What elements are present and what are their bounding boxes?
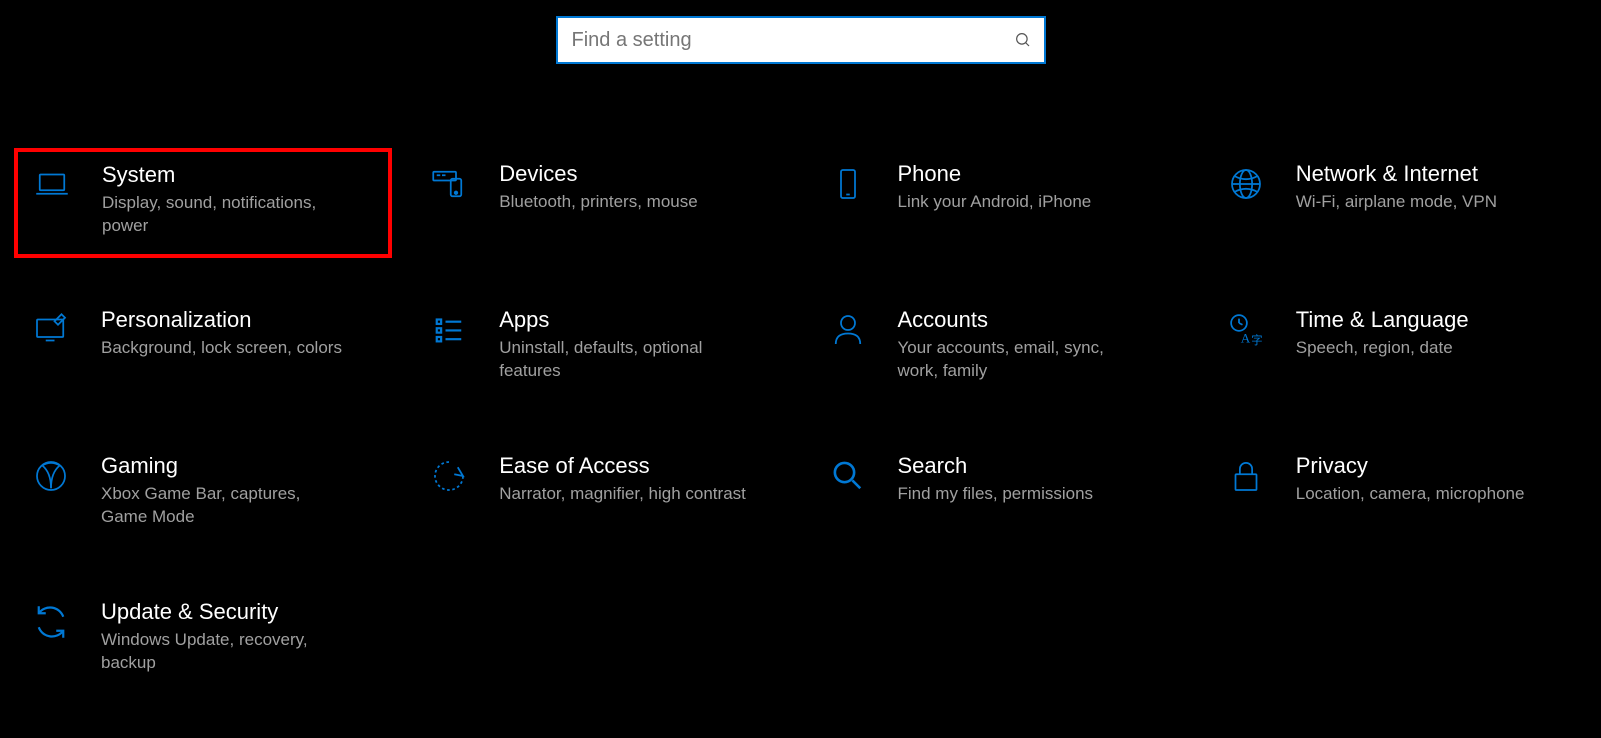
tile-desc: Find my files, permissions	[898, 483, 1148, 506]
svg-text:A: A	[1241, 330, 1251, 345]
search-container	[556, 16, 1046, 64]
devices-icon	[425, 163, 473, 205]
person-icon	[824, 309, 872, 351]
tile-desc: Location, camera, microphone	[1296, 483, 1546, 506]
settings-grid: System Display, sound, notifications, po…	[14, 148, 1587, 696]
tile-title: Search	[898, 453, 1176, 479]
tile-desc: Windows Update, recovery, backup	[101, 629, 351, 675]
tile-title: Gaming	[101, 453, 379, 479]
tile-search[interactable]: Search Find my files, permissions	[811, 440, 1189, 550]
tile-title: Apps	[499, 307, 777, 333]
tile-title: Network & Internet	[1296, 161, 1574, 187]
tile-desc: Xbox Game Bar, captures, Game Mode	[101, 483, 351, 529]
tile-system[interactable]: System Display, sound, notifications, po…	[14, 148, 392, 258]
tile-title: Update & Security	[101, 599, 379, 625]
tile-apps[interactable]: Apps Uninstall, defaults, optional featu…	[412, 294, 790, 404]
magnifier-icon	[824, 455, 872, 497]
tile-network[interactable]: Network & Internet Wi-Fi, airplane mode,…	[1209, 148, 1587, 258]
tile-gaming[interactable]: Gaming Xbox Game Bar, captures, Game Mod…	[14, 440, 392, 550]
tile-title: Devices	[499, 161, 777, 187]
laptop-icon	[28, 164, 76, 206]
phone-icon	[824, 163, 872, 205]
tile-phone[interactable]: Phone Link your Android, iPhone	[811, 148, 1189, 258]
tile-desc: Display, sound, notifications, power	[102, 192, 352, 238]
tile-time-language[interactable]: A 字 Time & Language Speech, region, date	[1209, 294, 1587, 404]
globe-icon	[1222, 163, 1270, 205]
tile-title: Accounts	[898, 307, 1176, 333]
tile-accounts[interactable]: Accounts Your accounts, email, sync, wor…	[811, 294, 1189, 404]
svg-text:字: 字	[1251, 333, 1262, 347]
ease-of-access-icon	[425, 455, 473, 497]
tile-title: Personalization	[101, 307, 379, 333]
tile-desc: Uninstall, defaults, optional features	[499, 337, 749, 383]
apps-icon	[425, 309, 473, 351]
tile-title: Ease of Access	[499, 453, 777, 479]
tile-ease-of-access[interactable]: Ease of Access Narrator, magnifier, high…	[412, 440, 790, 550]
tile-desc: Speech, region, date	[1296, 337, 1546, 360]
tile-title: Time & Language	[1296, 307, 1574, 333]
tile-title: System	[102, 162, 378, 188]
personalization-icon	[27, 309, 75, 351]
tile-devices[interactable]: Devices Bluetooth, printers, mouse	[412, 148, 790, 258]
tile-title: Phone	[898, 161, 1176, 187]
tile-desc: Bluetooth, printers, mouse	[499, 191, 749, 214]
tile-privacy[interactable]: Privacy Location, camera, microphone	[1209, 440, 1587, 550]
tile-desc: Link your Android, iPhone	[898, 191, 1148, 214]
xbox-icon	[27, 455, 75, 497]
time-language-icon: A 字	[1222, 309, 1270, 351]
tile-desc: Your accounts, email, sync, work, family	[898, 337, 1148, 383]
tile-title: Privacy	[1296, 453, 1574, 479]
search-input[interactable]	[556, 16, 1046, 64]
tile-update-security[interactable]: Update & Security Windows Update, recove…	[14, 586, 392, 696]
tile-desc: Wi-Fi, airplane mode, VPN	[1296, 191, 1546, 214]
tile-personalization[interactable]: Personalization Background, lock screen,…	[14, 294, 392, 404]
update-icon	[27, 601, 75, 643]
tile-desc: Narrator, magnifier, high contrast	[499, 483, 749, 506]
tile-desc: Background, lock screen, colors	[101, 337, 351, 360]
lock-icon	[1222, 455, 1270, 497]
